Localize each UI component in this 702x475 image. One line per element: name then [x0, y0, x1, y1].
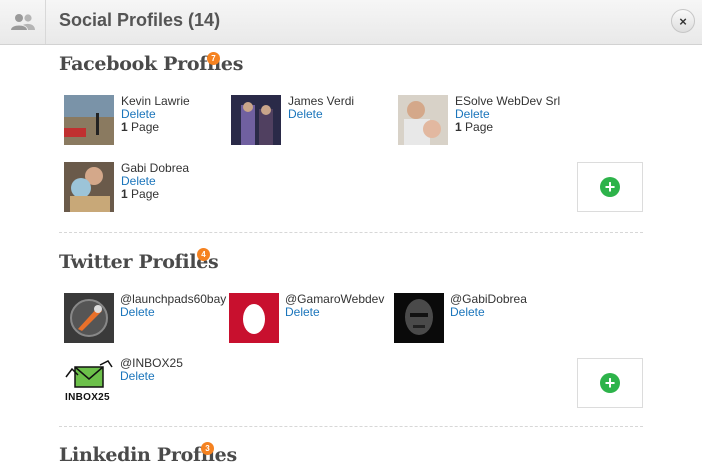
twitter-profile: @GamaroWebdev Delete — [229, 293, 384, 343]
avatar — [64, 95, 114, 145]
twitter-count-badge: 4 — [197, 248, 210, 261]
twitter-section-title: Twitter Profiles — [59, 251, 219, 273]
delete-link[interactable]: Delete — [288, 108, 354, 121]
facebook-count-badge: 7 — [207, 52, 220, 65]
delete-link[interactable]: Delete — [285, 306, 384, 319]
pages-count: 1 Page — [455, 120, 494, 134]
delete-link[interactable]: Delete — [120, 370, 183, 383]
delete-link[interactable]: Delete — [120, 306, 226, 319]
twitter-profile: @GabiDobrea Delete — [394, 293, 527, 343]
users-icon — [0, 0, 46, 44]
avatar — [229, 293, 279, 343]
twitter-profile: @launchpads60bay Delete — [64, 293, 226, 343]
facebook-profile: ESolve WebDev Srl Delete 1 Page — [398, 95, 560, 145]
add-twitter-profile-button[interactable]: + — [577, 358, 643, 408]
add-facebook-profile-button[interactable]: + — [577, 162, 643, 212]
modal-header: Social Profiles (14) × — [0, 0, 702, 45]
pages-count: 1 Page — [121, 120, 160, 134]
inbox25-logo: INBOX25 — [64, 357, 114, 407]
plus-icon: + — [600, 373, 620, 393]
pages-count: 1 Page — [121, 187, 160, 201]
delete-link[interactable]: Delete — [450, 306, 527, 319]
close-icon: × — [679, 13, 687, 29]
twitter-profile: INBOX25 @INBOX25 Delete — [64, 357, 183, 407]
facebook-profile: James Verdi Delete — [231, 95, 354, 145]
avatar — [64, 162, 114, 212]
facebook-profile: Gabi Dobrea Delete 1 Page — [64, 162, 189, 212]
page-title: Social Profiles (14) — [59, 10, 221, 30]
section-divider — [59, 426, 643, 427]
facebook-profile: Kevin Lawrie Delete 1 Page — [64, 95, 190, 145]
avatar — [231, 95, 281, 145]
linkedin-count-badge: 3 — [201, 442, 214, 455]
avatar — [398, 95, 448, 145]
avatar — [394, 293, 444, 343]
avatar — [64, 293, 114, 343]
close-button[interactable]: × — [671, 9, 695, 33]
section-divider — [59, 232, 643, 233]
plus-icon: + — [600, 177, 620, 197]
